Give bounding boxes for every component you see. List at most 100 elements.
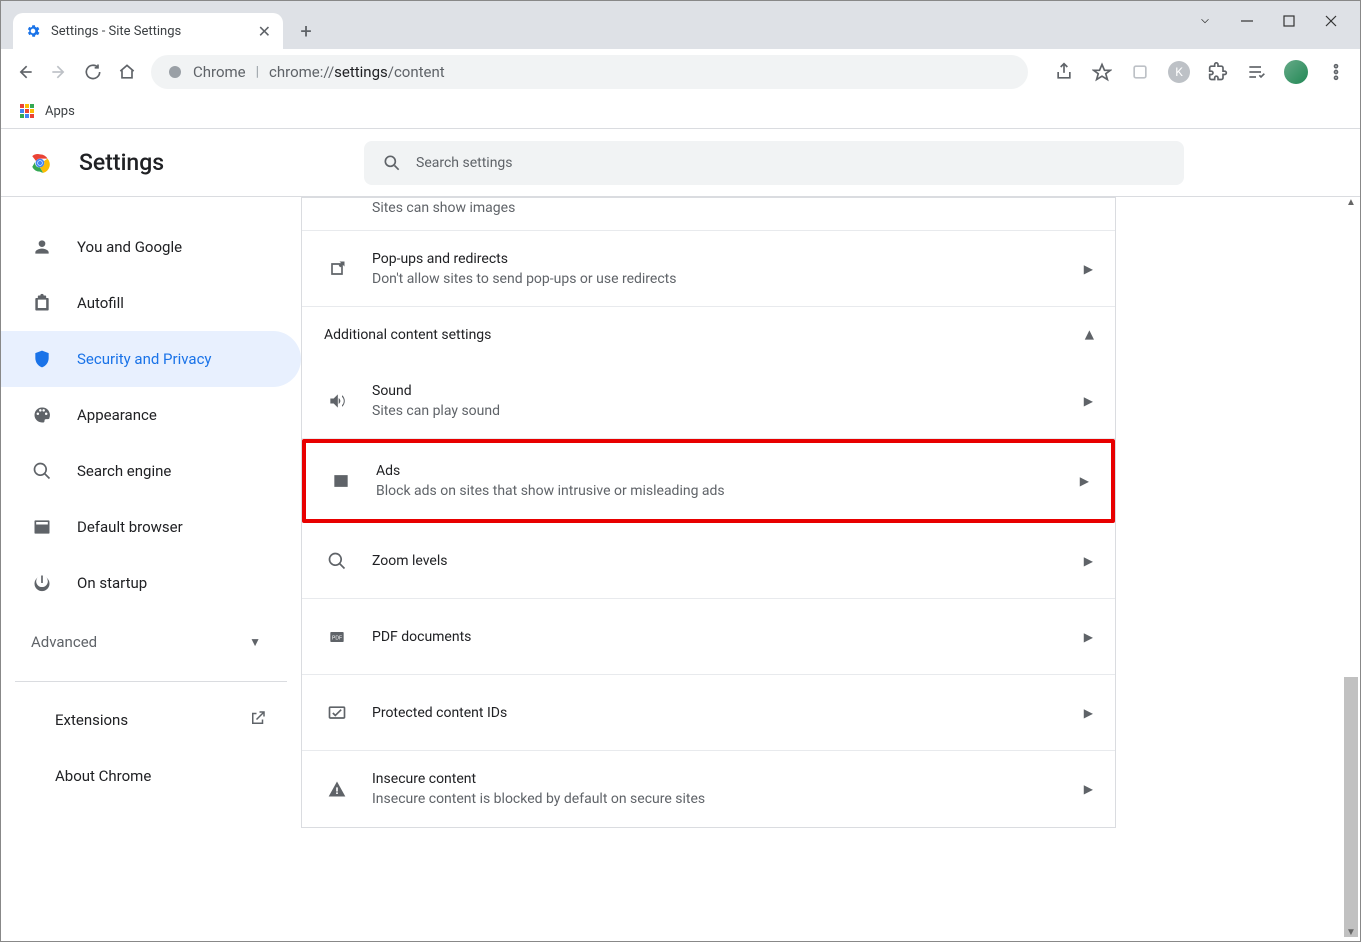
bookmarks-bar: Apps [1, 95, 1360, 129]
sidebar-item-appearance[interactable]: Appearance [1, 387, 301, 443]
additional-content-settings-header[interactable]: Additional content settings ▶ [302, 307, 1115, 363]
chevron-right-icon: ▶ [1084, 630, 1093, 644]
search-icon [382, 153, 402, 173]
palette-icon [31, 404, 53, 426]
sidebar-item-default-browser[interactable]: Default browser [1, 499, 301, 555]
chevron-right-icon: ▶ [1084, 782, 1093, 796]
sidebar-item-extensions[interactable]: Extensions [1, 692, 301, 748]
setting-row-protected-content[interactable]: Protected content IDs ▶ [302, 675, 1115, 751]
sidebar-item-label: Default browser [77, 518, 183, 536]
address-bar[interactable]: Chrome | chrome://settings/content [151, 55, 1028, 89]
profile-letter-icon[interactable]: K [1168, 61, 1190, 83]
setting-subtitle: Block ads on sites that show intrusive o… [376, 483, 725, 499]
setting-title: Insecure content [372, 771, 705, 787]
chevron-up-icon: ▶ [1081, 330, 1095, 339]
advanced-label: Advanced [31, 633, 97, 651]
search-settings-input[interactable]: Search settings [364, 141, 1184, 185]
chrome-logo-icon [27, 150, 53, 176]
bookmark-star-icon[interactable] [1092, 62, 1112, 82]
setting-row-zoom-levels[interactable]: Zoom levels ▶ [302, 523, 1115, 599]
reload-button[interactable] [83, 62, 103, 82]
sidebar-item-label: Autofill [77, 294, 124, 312]
toolbar-actions: K [1054, 60, 1346, 84]
search-icon [31, 460, 53, 482]
chrome-menu-icon[interactable] [1326, 62, 1346, 82]
sidebar-item-security-privacy[interactable]: Security and Privacy [1, 331, 301, 387]
maximize-icon[interactable] [1282, 14, 1296, 28]
sidebar-item-label: Security and Privacy [77, 350, 212, 368]
shield-icon [31, 348, 53, 370]
chevron-down-icon[interactable] [1198, 14, 1212, 28]
scroll-down-arrow-icon[interactable]: ▼ [1344, 927, 1358, 941]
forward-button[interactable] [49, 62, 69, 82]
setting-row-pdf-documents[interactable]: PDF PDF documents ▶ [302, 599, 1115, 675]
clipboard-icon [31, 292, 53, 314]
sidebar-item-search-engine[interactable]: Search engine [1, 443, 301, 499]
setting-title: PDF documents [372, 629, 471, 645]
gear-icon [25, 23, 41, 39]
settings-content-area: Sites can show images Pop-ups and redire… [301, 197, 1360, 941]
window-controls [1176, 1, 1360, 41]
extensions-label: Extensions [55, 711, 128, 729]
zoom-icon [324, 551, 350, 571]
chevron-right-icon: ▶ [1084, 554, 1093, 568]
shopping-icon[interactable] [1130, 62, 1150, 82]
share-icon[interactable] [1054, 62, 1074, 82]
new-tab-button[interactable]: + [297, 22, 315, 40]
setting-row-images-partial[interactable]: Sites can show images [302, 198, 1115, 231]
sidebar-item-autofill[interactable]: Autofill [1, 275, 301, 331]
reading-list-icon[interactable] [1246, 62, 1266, 82]
browser-tab[interactable]: Settings - Site Settings ✕ [13, 13, 283, 49]
vertical-scrollbar[interactable]: ▲ ▼ [1343, 197, 1358, 941]
setting-row-insecure-content[interactable]: Insecure content Insecure content is blo… [302, 751, 1115, 827]
settings-header: Settings Search settings [1, 129, 1360, 197]
person-icon [31, 236, 53, 258]
svg-text:PDF: PDF [332, 635, 342, 641]
search-settings-placeholder: Search settings [416, 155, 513, 171]
pdf-icon: PDF [324, 627, 350, 647]
minimize-icon[interactable] [1240, 14, 1254, 28]
setting-subtitle: Insecure content is blocked by default o… [372, 791, 705, 807]
sidebar-item-about-chrome[interactable]: About Chrome [1, 748, 301, 804]
section-title: Additional content settings [324, 327, 491, 343]
setting-row-popups[interactable]: Pop-ups and redirects Don't allow sites … [302, 231, 1115, 307]
sidebar-advanced-toggle[interactable]: Advanced ▼ [1, 617, 301, 667]
setting-subtitle: Don't allow sites to send pop-ups or use… [372, 271, 676, 287]
tab-title: Settings - Site Settings [51, 24, 181, 39]
content-settings-panel: Sites can show images Pop-ups and redire… [301, 197, 1116, 828]
setting-title: Protected content IDs [372, 705, 507, 721]
apps-icon[interactable] [19, 104, 35, 120]
home-button[interactable] [117, 62, 137, 82]
bookmarks-apps-label[interactable]: Apps [45, 104, 75, 119]
avatar[interactable] [1284, 60, 1308, 84]
setting-title: Sound [372, 383, 500, 399]
power-icon [31, 572, 53, 594]
scrollbar-thumb[interactable] [1344, 677, 1358, 937]
back-button[interactable] [15, 62, 35, 82]
protected-content-icon [324, 703, 350, 723]
browser-toolbar: Chrome | chrome://settings/content K [1, 49, 1360, 95]
sidebar-item-on-startup[interactable]: On startup [1, 555, 301, 611]
setting-row-sound[interactable]: Sound Sites can play sound ▶ [302, 363, 1115, 439]
chevron-down-icon: ▼ [249, 635, 261, 649]
chevron-right-icon: ▶ [1084, 394, 1093, 408]
extensions-icon[interactable] [1208, 62, 1228, 82]
close-tab-icon[interactable]: ✕ [258, 22, 271, 41]
setting-subtitle: Sites can show images [372, 200, 1093, 216]
sidebar-item-label: Search engine [77, 462, 171, 480]
close-window-icon[interactable] [1324, 14, 1338, 28]
sound-icon [324, 391, 350, 411]
setting-title: Pop-ups and redirects [372, 251, 676, 267]
setting-title: Zoom levels [372, 553, 447, 569]
sidebar-item-label: You and Google [77, 238, 182, 256]
open-external-icon [249, 709, 267, 731]
sidebar-item-you-and-google[interactable]: You and Google [1, 219, 301, 275]
site-info-icon[interactable] [167, 64, 183, 80]
setting-row-ads[interactable]: Ads Block ads on sites that show intrusi… [306, 443, 1111, 519]
page-title: Settings [79, 149, 164, 176]
chevron-right-icon: ▶ [1084, 706, 1093, 720]
warning-icon [324, 779, 350, 799]
popup-icon [324, 259, 350, 279]
ads-icon [328, 471, 354, 491]
omnibox-scheme-label: Chrome [193, 63, 246, 81]
